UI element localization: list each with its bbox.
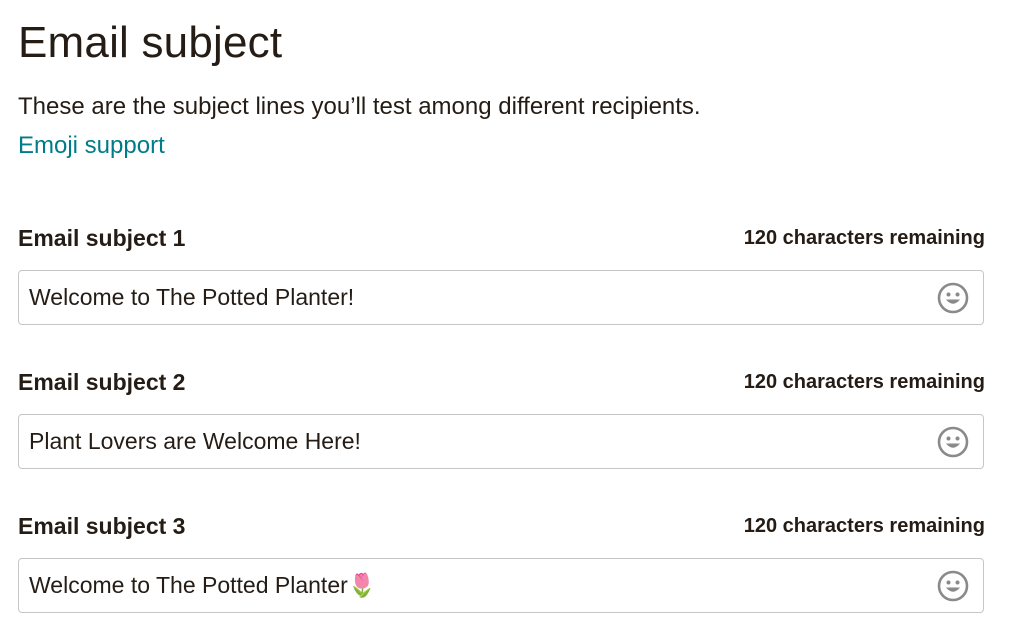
email-subject-field-3: Email subject 3 120 characters remaining <box>18 511 986 613</box>
characters-remaining: 120 characters remaining <box>743 370 985 393</box>
characters-remaining: 120 characters remaining <box>743 514 985 537</box>
section-description: These are the subject lines you’ll test … <box>18 93 701 120</box>
smiley-icon[interactable] <box>937 570 969 602</box>
email-subject-field-2: Email subject 2 120 characters remaining <box>18 367 986 469</box>
field-label: Email subject 3 <box>18 512 186 539</box>
email-subject-2-input[interactable] <box>29 415 919 467</box>
subject-input-box <box>18 414 984 469</box>
emoji-support-link[interactable]: Emoji support <box>18 131 165 161</box>
field-label: Email subject 1 <box>18 224 186 251</box>
field-header: Email subject 1 120 characters remaining <box>18 223 986 253</box>
field-header: Email subject 3 120 characters remaining <box>18 511 986 541</box>
field-label: Email subject 2 <box>18 368 186 395</box>
smiley-icon[interactable] <box>937 426 969 458</box>
email-subject-1-input[interactable] <box>29 271 919 323</box>
characters-remaining: 120 characters remaining <box>743 226 985 249</box>
smiley-icon[interactable] <box>937 282 969 314</box>
subject-input-box <box>18 558 984 613</box>
subject-input-box <box>18 270 984 325</box>
email-subject-3-input[interactable] <box>29 559 919 611</box>
page-title: Email subject <box>18 18 283 67</box>
field-header: Email subject 2 120 characters remaining <box>18 367 986 397</box>
email-subject-field-1: Email subject 1 120 characters remaining <box>18 223 986 325</box>
